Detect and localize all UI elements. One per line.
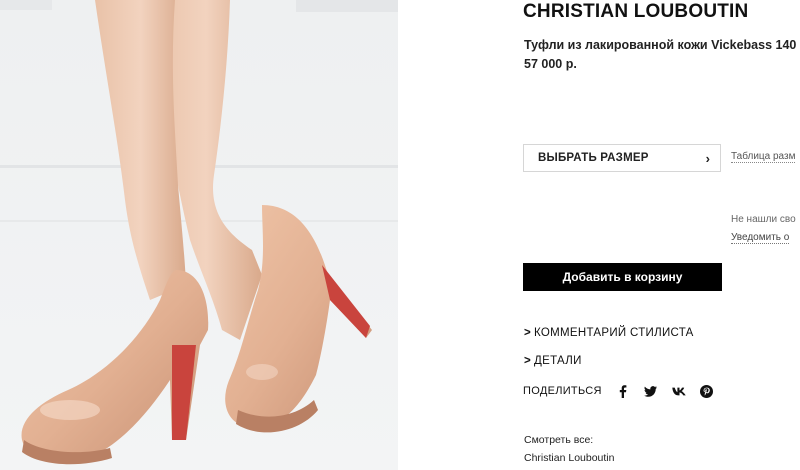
stylist-comment-label: КОММЕНТАРИЙ СТИЛИСТА (534, 327, 694, 339)
product-name: Туфли из лакированной кожи Vickebass 140 (524, 38, 797, 52)
twitter-icon[interactable] (644, 384, 658, 398)
brand-name: CHRISTIAN LOUBOUTIN (523, 1, 749, 22)
size-select-label: ВЫБРАТЬ РАЗМЕР (538, 152, 649, 164)
chevron-right-icon: > (524, 327, 532, 339)
vk-icon[interactable] (672, 384, 686, 398)
see-all-label: Смотреть все: (524, 434, 594, 446)
size-table-link[interactable]: Таблица разм (731, 151, 796, 163)
see-all-brand-link[interactable]: Christian Louboutin (524, 452, 614, 464)
product-price: 57 000 р. (524, 57, 577, 71)
add-to-cart-button[interactable]: Добавить в корзину (523, 263, 722, 291)
notify-link[interactable]: Уведомить о (731, 232, 790, 244)
share-bar: ПОДЕЛИТЬСЯ (523, 384, 728, 398)
stylist-comment-toggle[interactable]: > КОММЕНТАРИЙ СТИЛИСТА (524, 327, 694, 339)
share-label: ПОДЕЛИТЬСЯ (523, 385, 602, 397)
chevron-right-icon: > (524, 355, 532, 367)
pinterest-icon[interactable] (700, 384, 714, 398)
size-not-found-text: Не нашли сво (731, 214, 796, 225)
facebook-icon[interactable] (616, 384, 630, 398)
size-select[interactable]: ВЫБРАТЬ РАЗМЕР › (523, 144, 721, 172)
product-photo (0, 0, 398, 470)
details-label: ДЕТАЛИ (534, 355, 582, 367)
details-toggle[interactable]: > ДЕТАЛИ (524, 355, 582, 367)
chevron-right-icon: › (705, 150, 710, 166)
